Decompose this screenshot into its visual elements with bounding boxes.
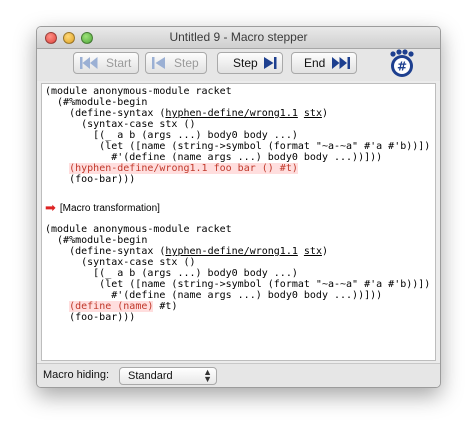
racket-logo-icon: #: [390, 49, 414, 77]
start-button-label: Start: [106, 56, 132, 70]
code-line: [(_ a b (args ...) body0 body ...): [45, 130, 298, 141]
code-line: (hyphen-define/wrong1.1 foo bar () #t): [45, 163, 298, 174]
code-line: [(_ a b (args ...) body0 body ...): [45, 268, 298, 279]
macro-hiding-bar: Macro hiding: Standard ▲ ▼: [37, 363, 440, 387]
code-line: (let ([name (string->symbol (format "~a-…: [45, 141, 431, 152]
code-line: (foo-bar))): [45, 174, 136, 185]
code-line: (#%module-begin: [45, 235, 148, 246]
step-type-label: [Macro transformation]: [59, 202, 160, 214]
end-button-label: End: [304, 56, 326, 70]
code-line: (define-syntax (hyphen-define/wrong1.1 s…: [45, 108, 328, 119]
code-line: (define (name) #t): [69, 301, 178, 312]
code-line: #'(define (name args ...) body0 body ...…: [45, 290, 383, 301]
code-line: (#%module-begin: [45, 97, 148, 108]
red-arrow-icon: ➡: [45, 200, 56, 215]
code-line: (let ([name (string->symbol (format "~a-…: [45, 279, 431, 290]
code-line: (syntax-case stx (): [45, 119, 196, 130]
stepper-toolbar: Start Step Step End #: [37, 49, 440, 81]
underlined-identifier: hyphen-define/wrong1.1: [165, 108, 298, 119]
underlined-identifier: stx: [303, 108, 322, 119]
updown-arrows-icon: ▲ ▼: [203, 367, 212, 384]
end-button[interactable]: End: [291, 52, 357, 74]
svg-text:#: #: [397, 60, 407, 74]
step-back-icon: [152, 57, 165, 69]
code-line: (module anonymous-module racket: [45, 86, 232, 97]
macro-hiding-label: Macro hiding:: [43, 369, 110, 381]
step-separator: ➡ [Macro transformation]: [45, 200, 160, 216]
macro-stepper-window: Untitled 9 - Macro stepper Start Step St…: [36, 26, 441, 388]
step-back-button[interactable]: Step: [145, 52, 207, 74]
window-title: Untitled 9 - Macro stepper: [169, 30, 308, 44]
highlighted-redex: (hyphen-define/wrong1.1 foo bar () #t): [69, 163, 298, 174]
code-line: (module anonymous-module racket: [45, 224, 232, 235]
skip-to-start-icon: [80, 57, 98, 69]
step-forward-icon: [264, 57, 277, 69]
step-forward-button[interactable]: Step: [217, 52, 283, 74]
macro-hiding-select[interactable]: Standard ▲ ▼: [119, 367, 217, 385]
step-back-button-label: Step: [174, 56, 199, 70]
step-forward-button-label: Step: [233, 56, 258, 70]
code-line: (foo-bar))): [45, 312, 136, 323]
title-bar[interactable]: Untitled 9 - Macro stepper: [37, 27, 440, 49]
highlighted-contractum: (define (name): [69, 301, 154, 312]
code-line: (define-syntax (hyphen-define/wrong1.1 s…: [45, 246, 328, 257]
start-button[interactable]: Start: [73, 52, 139, 74]
stepper-text-area[interactable]: (module anonymous-module racket (#%modul…: [41, 83, 436, 361]
skip-to-end-icon: [332, 57, 350, 69]
underlined-identifier: stx: [303, 246, 322, 257]
underlined-identifier: hyphen-define/wrong1.1: [165, 246, 298, 257]
code-line: (syntax-case stx (): [45, 257, 196, 268]
macro-hiding-value: Standard: [128, 370, 173, 382]
code-line: #'(define (name args ...) body0 body ...…: [45, 152, 383, 163]
